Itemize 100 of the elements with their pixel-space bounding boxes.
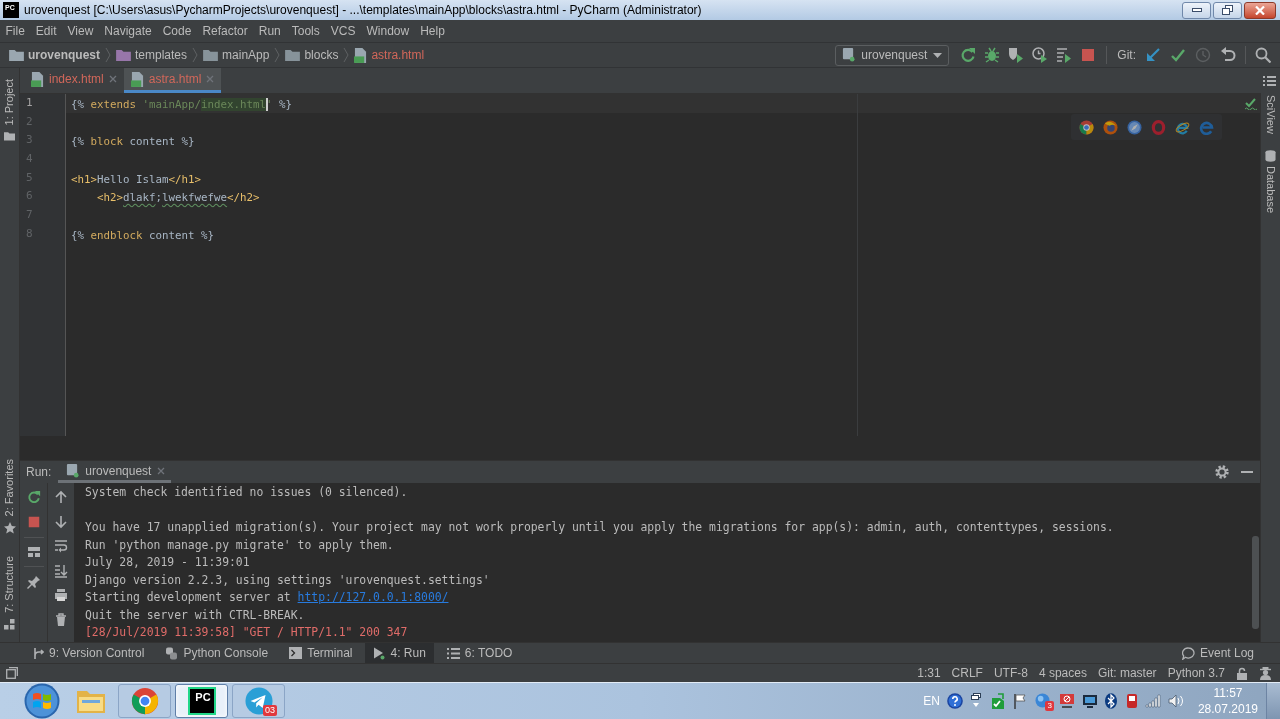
stop-icon[interactable]	[1080, 47, 1097, 63]
menu-item[interactable]: File	[0, 25, 31, 37]
compass-icon[interactable]	[1127, 119, 1142, 135]
bug-icon[interactable]	[984, 47, 1001, 63]
code-line: {% block content %}	[71, 135, 195, 149]
restore-icon	[1222, 5, 1233, 15]
undo-icon[interactable]	[1220, 47, 1236, 63]
status-item[interactable]: UTF-8	[993, 664, 1028, 682]
tool-window-tab[interactable]: 6: TODO	[438, 643, 521, 663]
console-line: Starting development server at	[85, 590, 292, 604]
down-arrow-icon[interactable]	[54, 514, 68, 529]
menu-item[interactable]: Edit	[30, 25, 63, 37]
console-line: Quit the server with CTRL-BREAK.	[85, 607, 305, 622]
window-icon[interactable]	[6, 667, 18, 679]
tool-window-tab[interactable]: 1: Project	[0, 77, 20, 144]
folder-icon	[203, 49, 219, 61]
tool-window-tab[interactable]: Python Console	[157, 643, 277, 663]
check-icon[interactable]	[1170, 47, 1186, 63]
taskbar-button[interactable]	[118, 684, 171, 718]
flag-icon[interactable]	[1012, 693, 1029, 709]
editor-tab[interactable]: index.html	[24, 68, 124, 93]
breadcrumb-item[interactable]: templates	[116, 46, 188, 64]
breadcrumb-item[interactable]: urovenquest	[9, 46, 100, 64]
rerun-icon[interactable]	[960, 47, 977, 63]
gear-icon[interactable]	[1215, 465, 1229, 479]
menu-item[interactable]: Run	[253, 25, 287, 37]
breadcrumb-item[interactable]: mainApp	[203, 46, 270, 64]
menu-item[interactable]: Code	[157, 25, 197, 37]
taskbar-button[interactable]: 03	[232, 684, 285, 718]
breadcrumb-item[interactable]: astra.html	[354, 46, 425, 64]
menu-item[interactable]: Refactor	[196, 25, 254, 37]
search-icon[interactable]	[1255, 47, 1271, 63]
code-line: {% extends 'mainApp/index.html' %}	[71, 98, 293, 111]
screen-slash-icon[interactable]	[1059, 693, 1076, 709]
tool-window-tab[interactable]: Terminal	[281, 643, 361, 663]
tool-window-tab[interactable]: 4: Run	[365, 643, 434, 663]
menu-item[interactable]: Navigate	[98, 25, 158, 37]
wheel-logo-icon[interactable]	[1079, 119, 1094, 135]
list-icon[interactable]	[1263, 74, 1276, 87]
tool-window-tab[interactable]: 7: Structure	[0, 554, 20, 632]
stop-icon[interactable]	[26, 515, 41, 529]
rerun-icon[interactable]	[26, 490, 41, 504]
tool-window-tab[interactable]: SciView	[1260, 95, 1280, 134]
code-line: {% endblock content %}	[71, 228, 215, 242]
trash-icon[interactable]	[54, 612, 68, 627]
event-log-button[interactable]: Event Log	[1181, 643, 1254, 663]
fox-globe-icon[interactable]	[1103, 119, 1118, 135]
breadcrumb-item[interactable]: blocks	[285, 46, 339, 64]
scroll-to-end-icon[interactable]	[54, 563, 68, 578]
status-item[interactable]: Git: master	[1097, 664, 1157, 682]
taskbar-button[interactable]: PC	[175, 684, 228, 718]
caret-icon	[933, 52, 943, 58]
paper-plane-icon	[244, 687, 273, 715]
minimize-button[interactable]	[1182, 1, 1211, 19]
tool-window-tab[interactable]: Database	[1260, 149, 1280, 214]
restore-button[interactable]	[1213, 1, 1242, 19]
windows-up-icon[interactable]	[969, 693, 984, 709]
run-config-dropdown[interactable]: urovenquest	[835, 44, 950, 66]
config-tile-icon	[842, 48, 856, 62]
tool-window-tab[interactable]: 2: Favorites	[0, 456, 20, 537]
layout-icon[interactable]	[26, 546, 41, 558]
status-item[interactable]: CRLF	[951, 664, 983, 682]
bluetooth-icon[interactable]	[1104, 693, 1119, 709]
lock-icon[interactable]	[1236, 666, 1248, 680]
console-link[interactable]: http://127.0.0.1:8000/	[297, 590, 449, 604]
close-button[interactable]	[1244, 1, 1276, 19]
person-icon[interactable]	[1259, 666, 1272, 680]
line-number: 1	[25, 95, 34, 111]
menu-item[interactable]: Help	[414, 25, 451, 37]
status-item[interactable]: 1:31	[917, 664, 941, 682]
monitor-icon[interactable]	[1081, 693, 1098, 709]
database-icon	[1265, 149, 1276, 162]
lines-play-icon[interactable]	[1056, 47, 1073, 63]
folder-icon	[285, 49, 301, 61]
list-icon	[446, 647, 460, 659]
update-arrow-icon[interactable]	[1145, 47, 1161, 63]
play-icon	[373, 646, 386, 660]
up-arrow-icon[interactable]	[54, 490, 68, 504]
help-icon[interactable]	[946, 693, 963, 709]
speaker-icon[interactable]	[1167, 693, 1184, 709]
printer-icon[interactable]	[54, 588, 68, 602]
menu-item[interactable]: VCS	[325, 25, 361, 37]
status-item[interactable]: 4 spaces	[1038, 664, 1087, 682]
html-file-icon	[130, 71, 144, 87]
code-line: <h1>Hello Islam</h1>	[71, 172, 202, 186]
menu-item[interactable]: View	[62, 25, 99, 37]
shield-play-icon[interactable]	[1008, 47, 1025, 63]
soft-wrap-icon[interactable]	[54, 539, 68, 553]
tool-window-tab[interactable]: 9: Version Control	[24, 643, 153, 663]
menu-item[interactable]: Window	[360, 25, 415, 37]
scrollbar-thumb[interactable]	[1251, 536, 1259, 629]
panel-title: Run:	[26, 464, 52, 481]
branch-icon	[32, 646, 44, 660]
clock-play-icon[interactable]	[1032, 47, 1049, 63]
status-item[interactable]: Python 3.7	[1167, 664, 1225, 682]
device-icon[interactable]	[1124, 693, 1139, 709]
menu-item[interactable]: Tools	[286, 25, 326, 37]
badge: 03	[263, 705, 277, 716]
check-arrows-icon[interactable]	[989, 693, 1006, 709]
pin-icon[interactable]	[26, 575, 41, 589]
